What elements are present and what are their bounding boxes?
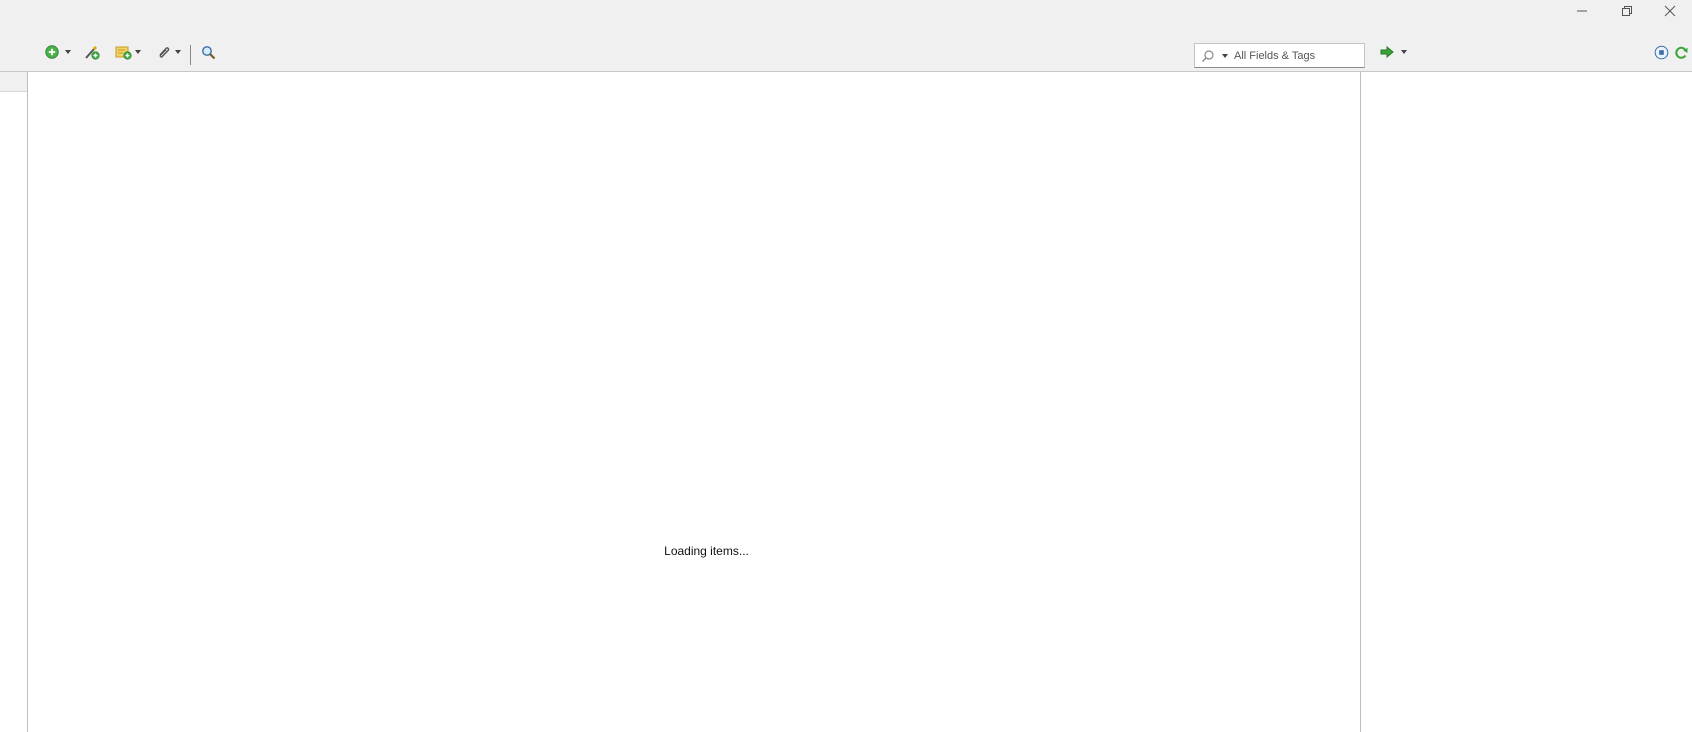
chevron-down-icon xyxy=(1401,50,1407,54)
close-button[interactable] xyxy=(1648,0,1692,22)
restore-button[interactable] xyxy=(1605,0,1649,22)
search-field[interactable] xyxy=(1194,43,1365,68)
new-note-button[interactable] xyxy=(115,43,141,61)
stop-sync-button[interactable] xyxy=(1654,43,1669,61)
search-input[interactable] xyxy=(1234,49,1364,62)
chevron-down-icon xyxy=(65,50,71,54)
magnifier-icon xyxy=(202,45,216,59)
green-arrow-icon xyxy=(1380,46,1394,58)
add-attachment-button[interactable] xyxy=(156,43,181,61)
restore-icon xyxy=(1622,6,1632,16)
chevron-down-icon xyxy=(175,50,181,54)
magic-wand-icon xyxy=(85,46,100,60)
sync-icon xyxy=(1675,46,1688,59)
advanced-search-button[interactable] xyxy=(201,43,216,61)
new-item-button[interactable] xyxy=(45,43,71,61)
close-icon xyxy=(1664,5,1676,17)
stop-sync-icon xyxy=(1654,45,1669,59)
paperclip-icon xyxy=(159,47,170,58)
item-details-pane xyxy=(1362,72,1692,732)
minimize-button[interactable] xyxy=(1560,0,1604,22)
search-icon xyxy=(1202,49,1214,62)
loading-message: Loading items... xyxy=(664,544,749,558)
toolbar-separator xyxy=(190,45,191,65)
collections-pane-header[interactable] xyxy=(0,72,27,92)
sync-button[interactable] xyxy=(1674,43,1689,61)
search-mode-dropdown-icon[interactable] xyxy=(1222,53,1228,58)
add-by-identifier-button[interactable] xyxy=(84,43,100,61)
items-pane[interactable]: Loading items... xyxy=(29,72,1361,732)
chevron-down-icon xyxy=(135,50,141,54)
minimize-icon xyxy=(1577,10,1587,12)
plus-circle-icon xyxy=(45,45,59,59)
main-toolbar xyxy=(0,24,1692,72)
title-bar xyxy=(0,0,1692,24)
locate-button[interactable] xyxy=(1380,43,1407,61)
collections-pane xyxy=(0,72,28,732)
note-icon xyxy=(115,46,132,60)
